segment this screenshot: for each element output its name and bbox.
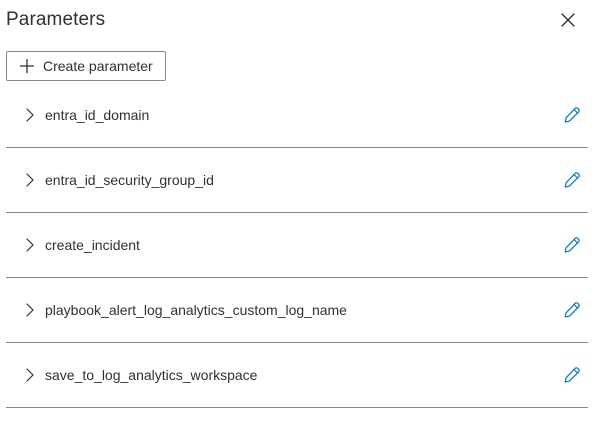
close-button[interactable] [558, 10, 578, 30]
chevron-right-icon[interactable] [24, 107, 36, 123]
edit-parameter-button[interactable] [562, 300, 582, 320]
pencil-icon [564, 302, 580, 318]
parameter-name: playbook_alert_log_analytics_custom_log_… [45, 302, 347, 318]
parameter-name: save_to_log_analytics_workspace [45, 367, 258, 383]
parameter-row: playbook_alert_log_analytics_custom_log_… [6, 278, 588, 343]
chevron-right-icon[interactable] [24, 172, 36, 188]
parameter-row: entra_id_domain [6, 83, 588, 148]
parameter-name: entra_id_domain [45, 107, 150, 123]
chevron-right-icon[interactable] [24, 367, 36, 383]
close-icon [561, 13, 575, 27]
edit-parameter-button[interactable] [562, 235, 582, 255]
panel-title: Parameters [6, 9, 106, 30]
edit-parameter-button[interactable] [562, 365, 582, 385]
parameter-name: create_incident [45, 237, 140, 253]
edit-parameter-button[interactable] [562, 105, 582, 125]
parameter-row: create_incident [6, 213, 588, 278]
chevron-right-icon[interactable] [24, 302, 36, 318]
edit-parameter-button[interactable] [562, 170, 582, 190]
plus-icon [19, 58, 35, 74]
parameters-panel: Parameters Create parameter entra_id_dom… [0, 0, 602, 425]
create-parameter-label: Create parameter [43, 58, 153, 74]
pencil-icon [564, 237, 580, 253]
parameter-name: entra_id_security_group_id [45, 172, 214, 188]
panel-header: Parameters [6, 6, 590, 36]
create-parameter-button[interactable]: Create parameter [6, 51, 166, 81]
chevron-right-icon[interactable] [24, 237, 36, 253]
pencil-icon [564, 367, 580, 383]
parameter-row: save_to_log_analytics_workspace [6, 343, 588, 408]
pencil-icon [564, 172, 580, 188]
pencil-icon [564, 107, 580, 123]
parameter-row: entra_id_security_group_id [6, 148, 588, 213]
parameter-list: entra_id_domain entra_id_security_group_… [6, 83, 588, 408]
